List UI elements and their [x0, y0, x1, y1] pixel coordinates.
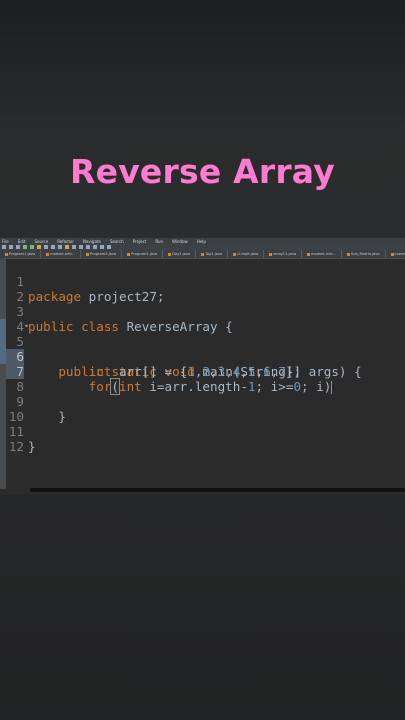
code-line[interactable]: 7 for(int i=arr.length-1; i>=0; i) — [0, 349, 405, 395]
editor-tab[interactable]: Top1.java — [196, 250, 229, 258]
code-line[interactable]: 4 — [0, 304, 405, 334]
editor-tab[interactable]: Program1.java — [0, 250, 42, 258]
java-file-icon — [86, 252, 89, 256]
code-editor[interactable]: 1 package project27; 2 3 public class Re… — [0, 259, 405, 489]
editor-tab[interactable]: Lower Triang... — [386, 250, 405, 258]
next-annotation-icon[interactable] — [79, 245, 83, 249]
code-line[interactable]: 1 package project27; — [0, 259, 405, 304]
code-line[interactable]: 3 public class ReverseArray { — [0, 289, 405, 334]
tab-label: array11.java — [273, 252, 297, 256]
new-file-icon[interactable] — [2, 245, 6, 249]
menu-search[interactable]: Search — [110, 239, 124, 244]
code-line[interactable]: 12 — [0, 424, 405, 454]
menu-source[interactable]: Source — [34, 239, 48, 244]
ide-window: File Edit Source Refactor Navigate Searc… — [0, 238, 405, 495]
menu-window[interactable]: Window — [172, 239, 188, 244]
new-java-project-icon[interactable] — [44, 245, 48, 249]
java-file-icon — [233, 252, 237, 256]
save-icon[interactable] — [9, 245, 13, 249]
java-file-icon — [201, 252, 205, 256]
video-title: Reverse Array — [70, 152, 335, 191]
tab-label: module-info... — [311, 252, 336, 256]
editor-tab[interactable]: Day1.java — [163, 250, 197, 258]
line-number: 12 — [8, 439, 24, 454]
java-file-icon — [307, 252, 311, 256]
code-line[interactable]: 8 — [0, 364, 405, 394]
open-type-icon[interactable] — [65, 245, 69, 249]
new-class-icon[interactable] — [58, 245, 62, 249]
tab-label: Program1.java — [9, 252, 36, 256]
code-line[interactable]: 2 — [0, 274, 405, 304]
menu-refactor[interactable]: Refactor — [57, 239, 74, 244]
run-icon[interactable] — [30, 245, 34, 249]
code-line[interactable]: 5 • public static void main(String[] arg… — [0, 319, 405, 379]
editor-tab[interactable]: module-info... — [302, 250, 342, 258]
search-icon[interactable] — [72, 245, 76, 249]
editor-tab-bar: Program1.java module-info... Program3.ja… — [0, 250, 405, 259]
java-file-icon — [5, 252, 8, 256]
code-line[interactable]: 6 int arr[] = {1,2,3,4,5,6,7}; — [0, 334, 405, 379]
tab-label: Lower Triang... — [394, 252, 405, 256]
prev-annotation-icon[interactable] — [86, 245, 90, 249]
menu-help[interactable]: Help — [197, 239, 206, 244]
editor-tab[interactable]: Li.mpit.java — [228, 250, 265, 258]
java-file-icon — [168, 252, 172, 256]
java-file-icon — [46, 252, 50, 256]
new-package-icon[interactable] — [51, 245, 55, 249]
editor-tab[interactable]: Program2.java — [122, 250, 164, 258]
menu-edit[interactable]: Edit — [18, 239, 26, 244]
editor-tab[interactable]: Program3.java — [81, 250, 123, 258]
editor-tab[interactable]: array11.java — [264, 250, 303, 258]
menu-project[interactable]: Project — [133, 239, 147, 244]
tab-label: Sub_Matrix.java — [350, 252, 380, 256]
tab-label: Day1.java — [172, 252, 191, 256]
back-icon[interactable] — [93, 245, 97, 249]
java-file-icon — [269, 252, 273, 256]
menu-run[interactable]: Run — [155, 239, 163, 244]
debug-icon[interactable] — [23, 245, 27, 249]
editor-tab[interactable]: Sub_Matrix.java — [342, 250, 386, 258]
horizontal-scrollbar[interactable] — [30, 488, 405, 492]
java-file-icon — [127, 252, 131, 256]
forward-icon[interactable] — [100, 245, 104, 249]
tab-label: Program3.java — [90, 252, 117, 256]
editor-tab[interactable]: module-info... — [41, 250, 81, 258]
tab-label: Program2.java — [131, 252, 158, 256]
code-line[interactable]: 9 } — [0, 379, 405, 424]
tab-label: Li.mpit.java — [237, 252, 259, 256]
tab-label: module-info... — [50, 252, 75, 256]
pin-editor-icon[interactable] — [107, 245, 111, 249]
fold-icon[interactable]: • — [24, 319, 29, 334]
java-file-icon — [390, 252, 394, 256]
code-line[interactable]: 10 — [0, 394, 405, 424]
menu-navigate[interactable]: Navigate — [83, 239, 101, 244]
code-line[interactable]: 11 } — [0, 409, 405, 454]
tab-label: Top1.java — [205, 252, 223, 256]
java-file-icon — [346, 252, 350, 256]
menu-file[interactable]: File — [2, 239, 9, 244]
external-tools-icon[interactable] — [37, 245, 41, 249]
save-all-icon[interactable] — [16, 245, 20, 249]
